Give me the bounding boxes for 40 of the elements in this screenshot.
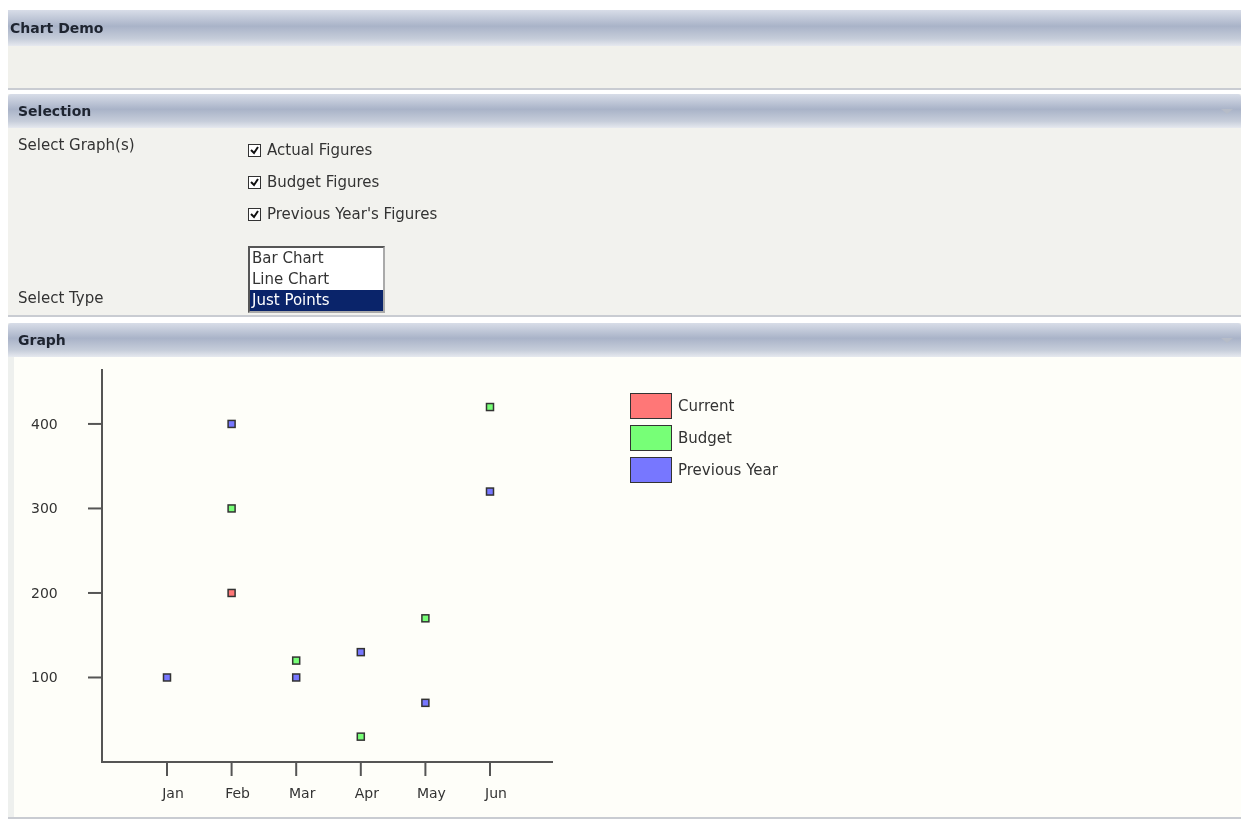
tick-label: Jan [162,785,184,801]
legend-label: Budget [678,427,732,449]
data-point [227,419,236,429]
list-option[interactable]: Just Points [250,290,383,311]
tick-label: 400 [31,415,58,432]
data-point [356,732,366,741]
data-point [485,487,495,496]
window-title: Chart Demo [10,18,104,38]
checkbox[interactable] [248,207,261,221]
panel-title: Selection [18,101,92,121]
checkbox-label[interactable]: Budget Figures [267,170,380,194]
tick-label: 300 [31,500,58,517]
data-point [421,614,430,623]
data-point [227,504,236,513]
checkbox-label[interactable]: Actual Figures [267,138,373,162]
tick-label: 200 [31,584,58,601]
data-point [421,698,430,708]
tick-label: Mar [289,785,316,801]
tick-label: 100 [31,669,58,686]
tick-label: Apr [354,785,379,801]
legend-label: Current [678,395,735,417]
data-point [485,402,495,412]
tick-label: May [416,785,446,801]
list-option[interactable]: Bar Chart [250,248,383,269]
data-point [291,673,301,682]
list-option[interactable]: Line Chart [250,269,383,290]
panel-title: Graph [18,330,66,350]
data-point [227,588,236,598]
field-label: Select Type [18,288,104,307]
field-label: Select Graph(s) [18,136,135,154]
data-point [356,647,366,657]
checkbox[interactable] [248,175,261,189]
data-point [291,656,301,665]
tick-label: Jun [485,785,507,801]
data-point [162,673,172,682]
legend-label: Previous Year [678,459,778,481]
tick-label: Feb [225,785,250,801]
checkbox[interactable] [248,143,261,157]
checkbox-label[interactable]: Previous Year's Figures [267,202,438,226]
list-box[interactable]: Bar Chart Line Chart Just Points [248,246,385,313]
